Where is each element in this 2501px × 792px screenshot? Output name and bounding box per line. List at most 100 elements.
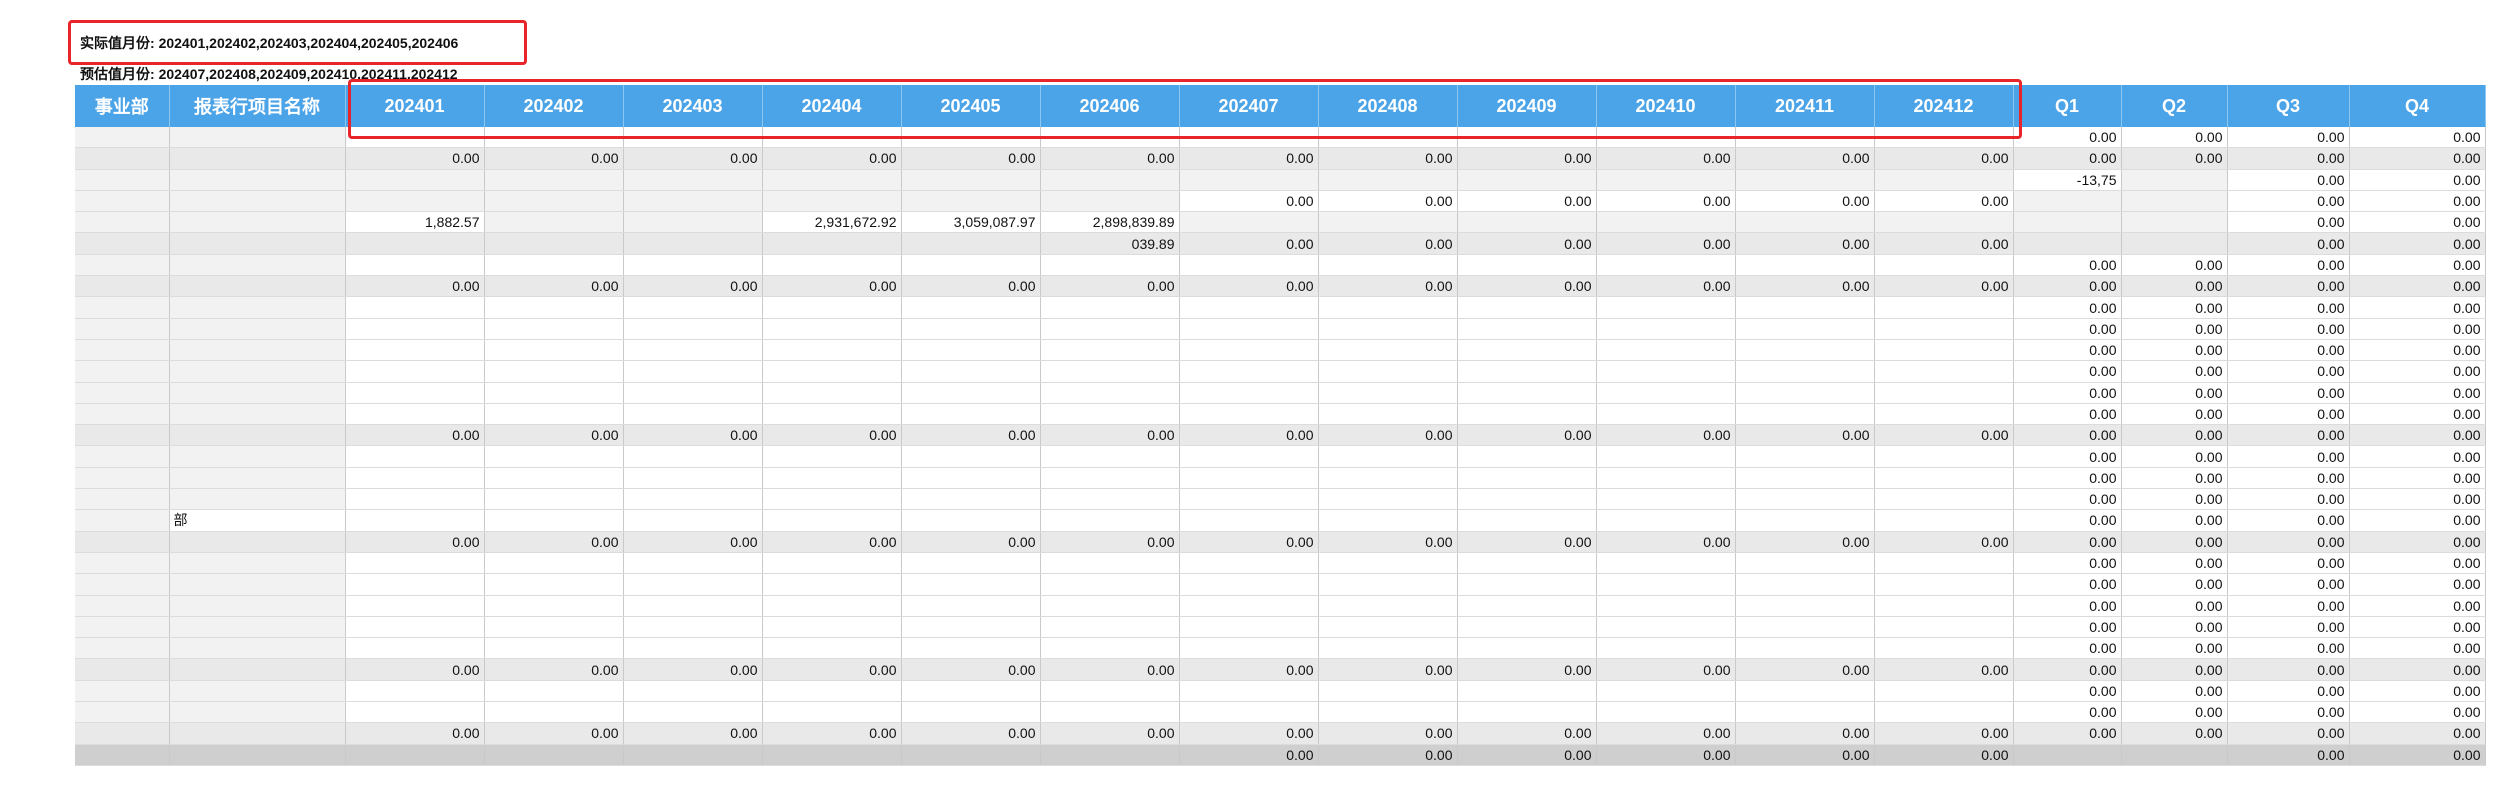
table-cell: 0.00 [345, 658, 485, 681]
table-cell [1179, 680, 1319, 703]
table-cell [2121, 190, 2228, 213]
column-header[interactable]: 202404 [762, 85, 902, 127]
table-cell [484, 637, 624, 660]
column-header[interactable]: 202402 [484, 85, 624, 127]
table-cell: 0.00 [2227, 701, 2350, 724]
column-header[interactable]: 202407 [1179, 85, 1319, 127]
table-cell [484, 616, 624, 639]
table-cell: 0.00 [2121, 382, 2228, 404]
table-cell [1040, 296, 1180, 319]
table-cell [169, 190, 346, 213]
table-cell [484, 509, 624, 532]
table-cell: 0.00 [1596, 722, 1736, 745]
table-cell [1735, 595, 1875, 617]
table-cell: 0.00 [1735, 658, 1875, 681]
table-cell: 0.00 [2121, 296, 2228, 319]
table-cell: 0.00 [901, 658, 1041, 681]
table-cell: 0.00 [2013, 424, 2122, 447]
table-cell [901, 467, 1041, 490]
table-cell [1318, 382, 1458, 404]
table-cell [1596, 573, 1736, 596]
column-header[interactable]: 202410 [1596, 85, 1736, 127]
table-cell: 0.00 [2227, 616, 2350, 639]
table-cell [169, 211, 346, 234]
table-cell [1735, 296, 1875, 319]
table-cell [1874, 211, 2014, 234]
table-cell: 0.00 [2013, 296, 2122, 319]
column-header[interactable]: 202406 [1040, 85, 1180, 127]
estimate-months-value: 202407,202408,202409,202410,202411,20241… [158, 66, 458, 82]
table-cell: 0.00 [2121, 573, 2228, 596]
table-cell: 0.00 [2121, 595, 2228, 617]
column-header[interactable]: Q3 [2227, 85, 2350, 127]
table-cell: 0.00 [2349, 509, 2486, 532]
table-cell: 0.00 [2349, 275, 2486, 298]
table-cell [1596, 296, 1736, 319]
table-cell [1040, 509, 1180, 532]
table-cell [901, 509, 1041, 532]
table-cell [484, 701, 624, 724]
table-cell: 0.00 [2013, 573, 2122, 596]
table-cell [1318, 488, 1458, 511]
table-cell [169, 424, 346, 447]
table-cell [1874, 339, 2014, 362]
table-row: 0.00 0.00 0.00 0.00 [75, 445, 2486, 468]
table-cell [623, 467, 763, 490]
table-cell [169, 360, 346, 383]
table-cell [169, 296, 346, 319]
column-header[interactable]: 202408 [1318, 85, 1458, 127]
table-cell [169, 318, 346, 340]
table-cell [1179, 318, 1319, 340]
table-cell: 0.00 [2121, 552, 2228, 575]
table-cell [1874, 701, 2014, 724]
table-cell [1735, 701, 1875, 724]
table-cell [1596, 445, 1736, 468]
table-cell [1874, 169, 2014, 191]
table-row: 0.00 0.00 0.00 0.00 [75, 616, 2486, 639]
table-cell: 0.00 [2349, 360, 2486, 383]
table-cell: 0.00 [2349, 744, 2486, 766]
table-row: 0.00 0.00 0.00 0.00 [75, 680, 2486, 703]
table-cell: 0.00 [2013, 445, 2122, 468]
table-cell [1318, 127, 1458, 149]
table-cell: 0.00 [2121, 318, 2228, 340]
column-header[interactable]: 202411 [1735, 85, 1875, 127]
column-header[interactable]: 202409 [1457, 85, 1597, 127]
table-cell: 0.00 [1179, 275, 1319, 298]
table-cell [75, 595, 170, 617]
table-cell [1040, 445, 1180, 468]
table-cell: 0.00 [2121, 616, 2228, 639]
column-header[interactable]: 202405 [901, 85, 1041, 127]
table-cell [1040, 680, 1180, 703]
table-cell [1874, 445, 2014, 468]
table-cell [1874, 467, 2014, 490]
table-cell: 0.00 [1318, 424, 1458, 447]
column-header[interactable]: Q1 [2013, 85, 2122, 127]
table-cell: 0.00 [2227, 232, 2350, 255]
table-cell [901, 232, 1041, 255]
table-cell [1735, 360, 1875, 383]
table-cell: 0.00 [2013, 509, 2122, 532]
column-header[interactable]: 202403 [623, 85, 763, 127]
column-header[interactable]: Q4 [2349, 85, 2486, 127]
table-cell: 0.00 [2349, 552, 2486, 575]
column-header[interactable]: 报表行项目名称 [169, 85, 346, 127]
table-cell: 0.00 [1318, 531, 1458, 553]
column-header[interactable]: 事业部 [75, 85, 170, 127]
column-header[interactable]: Q2 [2121, 85, 2228, 127]
table-cell: 0.00 [901, 722, 1041, 745]
table-row: 0.00 0.00 0.00 0.00 [75, 360, 2486, 383]
table-cell: 1,882.57 [345, 211, 485, 234]
table-cell [75, 509, 170, 532]
table-cell [169, 744, 346, 766]
table-cell [623, 382, 763, 404]
table-cell [762, 360, 902, 383]
table-cell [1457, 403, 1597, 426]
table-cell [762, 744, 902, 766]
column-header[interactable]: 202401 [345, 85, 485, 127]
table-cell [345, 190, 485, 213]
table-cell [623, 232, 763, 255]
table-cell: 0.00 [1179, 658, 1319, 681]
table-cell [1457, 254, 1597, 277]
column-header[interactable]: 202412 [1874, 85, 2014, 127]
